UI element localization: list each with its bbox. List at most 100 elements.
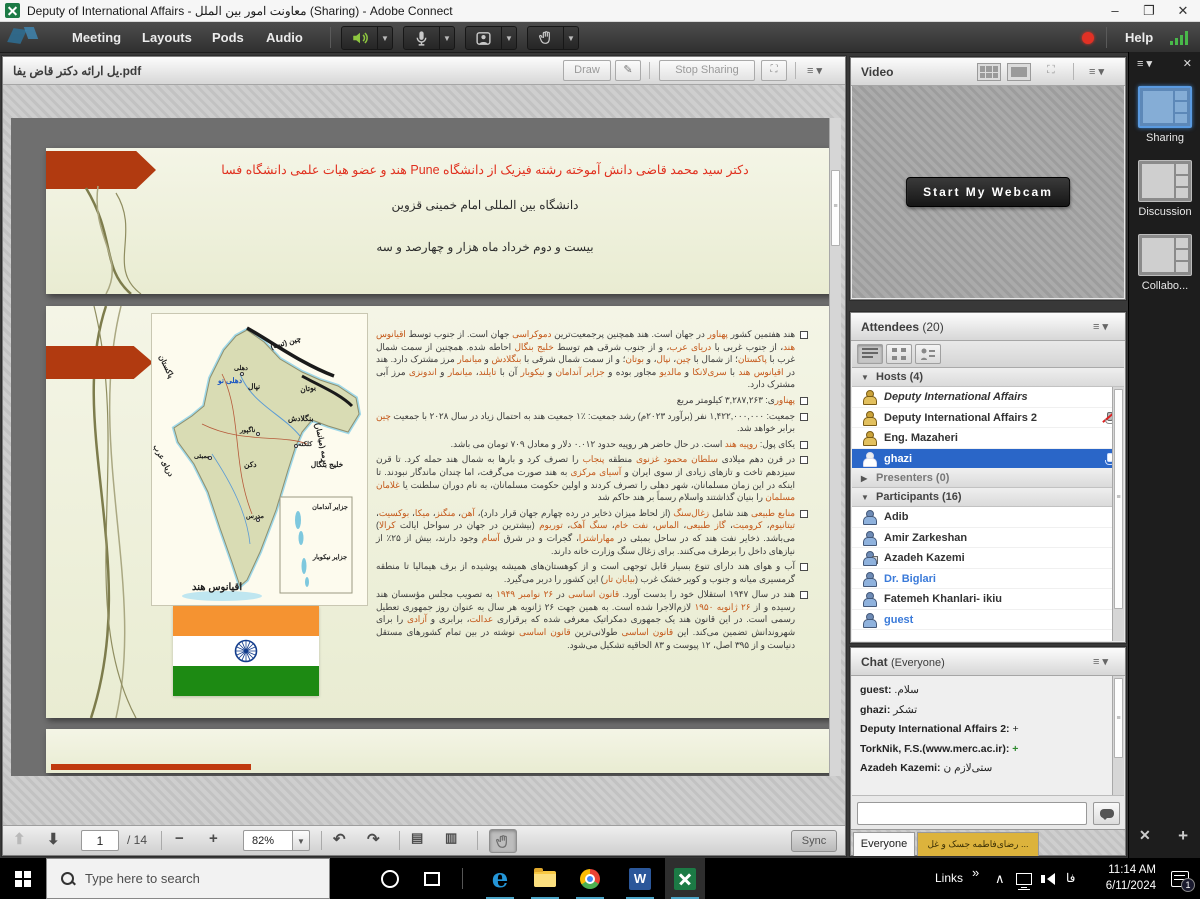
tray-expand-icon[interactable]: ∧	[995, 858, 1005, 899]
document-scrollbar-thumb[interactable]: ≡	[831, 170, 840, 246]
menu-meeting[interactable]: Meeting	[58, 22, 135, 53]
webcam-button[interactable]	[465, 26, 502, 50]
attendee-row[interactable]: Fatemeh Khanlari- ikiu	[852, 589, 1124, 610]
menu-layouts[interactable]: Layouts	[128, 22, 206, 53]
attendee-row[interactable]: Amir Zarkeshan	[852, 528, 1124, 549]
minimize-button[interactable]: –	[1098, 0, 1132, 22]
page-down-icon[interactable]: ⬇	[47, 830, 60, 848]
attendee-row[interactable]: Eng. Mazaheri	[852, 428, 1124, 449]
slide2-text: هند هفتمین کشور پهناور در جهان است. هند …	[376, 328, 808, 654]
map-label: جزایر آندامان	[310, 504, 350, 512]
document-scrollbar[interactable]: ≡	[829, 118, 841, 776]
fullscreen-icon[interactable]: ⛶	[761, 60, 787, 81]
menu-audio[interactable]: Audio	[252, 22, 317, 53]
attendee-row[interactable]: Deputy International Affairs	[852, 387, 1124, 408]
chat-scrollbar-thumb[interactable]: ≡	[1114, 678, 1123, 758]
stop-sharing-button[interactable]: Stop Sharing	[659, 60, 755, 81]
video-fullscreen-icon[interactable]: ⛶	[1047, 64, 1055, 77]
connection-signal-icon[interactable]	[1170, 30, 1190, 45]
attendee-row[interactable]: Azadeh Kazemi	[852, 548, 1124, 569]
attendee-status-view-icon[interactable]	[915, 344, 941, 364]
attendee-row[interactable]: guest	[852, 610, 1124, 631]
document-viewport[interactable]: دکتر سید محمد قاضی دانش آموخته رشته فیزی…	[11, 118, 841, 776]
pencil-icon[interactable]: ✎	[615, 60, 641, 81]
attendee-row[interactable]: Deputy International Affairs 2	[852, 408, 1124, 429]
send-message-icon[interactable]	[1093, 802, 1120, 825]
participant-icon	[862, 572, 876, 586]
layout-thumb-sharing[interactable]	[1138, 86, 1192, 128]
notification-center-icon[interactable]: 1	[1160, 858, 1200, 899]
participants-section-header[interactable]: ▼Participants (16)	[852, 488, 1124, 507]
zoom-in-icon[interactable]: +	[209, 830, 218, 847]
chat-scrollbar[interactable]: ≡	[1112, 676, 1124, 795]
language-indicator[interactable]: فا	[1066, 858, 1075, 899]
hosts-section-header[interactable]: ▼Hosts (4)	[852, 368, 1124, 387]
volume-icon[interactable]	[1036, 858, 1066, 899]
zoom-dropdown[interactable]: ▼	[293, 830, 310, 851]
layouts-menu-icon[interactable]: ≡ ▾	[1137, 57, 1152, 70]
fit-width-icon[interactable]: ▤	[411, 830, 423, 846]
attendee-row[interactable]: Dr. Biglari	[852, 569, 1124, 590]
raise-hand-button[interactable]	[527, 26, 564, 50]
slide2-bullet: هند در سال ۱۹۴۷ استقلال خود را بدست آورد…	[376, 588, 808, 651]
task-view-icon[interactable]	[412, 858, 452, 899]
pan-tool-button[interactable]	[489, 829, 517, 853]
zoom-level-value[interactable]: 82%	[243, 830, 293, 851]
attendee-list-view-icon[interactable]	[857, 344, 883, 364]
share-pod-menu-icon[interactable]: ≡ ▾	[807, 64, 822, 77]
rotate-left-icon[interactable]: ↶	[333, 830, 346, 848]
layout-thumb-discussion[interactable]	[1138, 160, 1192, 202]
attendees-scrollbar-thumb[interactable]: ≡	[1114, 389, 1123, 609]
microphone-button[interactable]	[403, 26, 440, 50]
breakout-view-icon[interactable]	[886, 344, 912, 364]
page-up-icon[interactable]: ⬆	[13, 830, 26, 848]
word-icon[interactable]: W	[620, 858, 660, 899]
webcam-dropdown[interactable]: ▼	[502, 26, 517, 50]
attendee-row-selected[interactable]: ghazi	[852, 449, 1124, 470]
taskbar-clock[interactable]: 11:14 AM 6/11/2024	[1088, 862, 1156, 894]
attendee-row[interactable]: Adib	[852, 507, 1124, 528]
attendees-pod-menu-icon[interactable]: ≡ ▾	[1093, 320, 1108, 333]
speaker-button[interactable]	[341, 26, 378, 50]
layout-label: Sharing	[1129, 132, 1200, 144]
layouts-delete-icon[interactable]: ✕	[1139, 827, 1151, 844]
maximize-button[interactable]: ❐	[1132, 0, 1166, 22]
map-label: بمبئی	[194, 452, 209, 460]
close-button[interactable]: ✕	[1166, 0, 1200, 22]
menu-pods[interactable]: Pods	[198, 22, 258, 53]
chat-input[interactable]	[857, 802, 1087, 825]
filmstrip-view-icon[interactable]	[977, 63, 1001, 81]
chrome-icon[interactable]	[570, 858, 610, 899]
start-webcam-button[interactable]: Start My Webcam	[906, 177, 1070, 207]
file-explorer-icon[interactable]	[525, 858, 565, 899]
collapse-triangle-icon: ▼	[861, 488, 869, 507]
presenters-section-header[interactable]: ▶Presenters (0)	[852, 469, 1124, 488]
fit-page-icon[interactable]: ▥	[445, 830, 457, 846]
layout-thumb-collaboration[interactable]	[1138, 234, 1192, 276]
links-chevron-icon[interactable]: »	[972, 852, 979, 893]
chat-tab-everyone[interactable]: Everyone	[853, 832, 915, 856]
layouts-close-icon[interactable]: ✕	[1183, 57, 1192, 70]
adobe-connect-taskbar-icon[interactable]	[665, 858, 705, 899]
taskbar-search[interactable]: Type here to search	[46, 858, 330, 899]
sync-button[interactable]: Sync	[791, 830, 837, 852]
edge-icon[interactable]: e	[480, 858, 520, 899]
chat-pod-menu-icon[interactable]: ≡ ▾	[1093, 655, 1108, 668]
rotate-right-icon[interactable]: ↷	[367, 830, 380, 848]
connect-logo-icon	[7, 28, 27, 44]
microphone-dropdown[interactable]: ▼	[440, 26, 455, 50]
attendees-scrollbar[interactable]: ≡	[1112, 387, 1124, 641]
cortana-icon[interactable]	[370, 858, 410, 899]
draw-button[interactable]: Draw	[563, 60, 611, 81]
video-pod-menu-icon[interactable]: ≡ ▾	[1089, 65, 1104, 78]
start-button[interactable]	[0, 858, 46, 899]
chat-scope-label: (Everyone)	[891, 657, 945, 669]
raise-hand-dropdown[interactable]: ▼	[564, 26, 579, 50]
page-number-input[interactable]: 1	[81, 830, 119, 851]
menu-help[interactable]: Help	[1125, 22, 1153, 53]
zoom-out-icon[interactable]: −	[175, 830, 184, 847]
layouts-add-icon[interactable]: +	[1178, 826, 1188, 846]
links-toolbar[interactable]: Links	[935, 858, 963, 899]
speaker-dropdown[interactable]: ▼	[378, 26, 393, 50]
grid-view-icon[interactable]	[1007, 63, 1031, 81]
